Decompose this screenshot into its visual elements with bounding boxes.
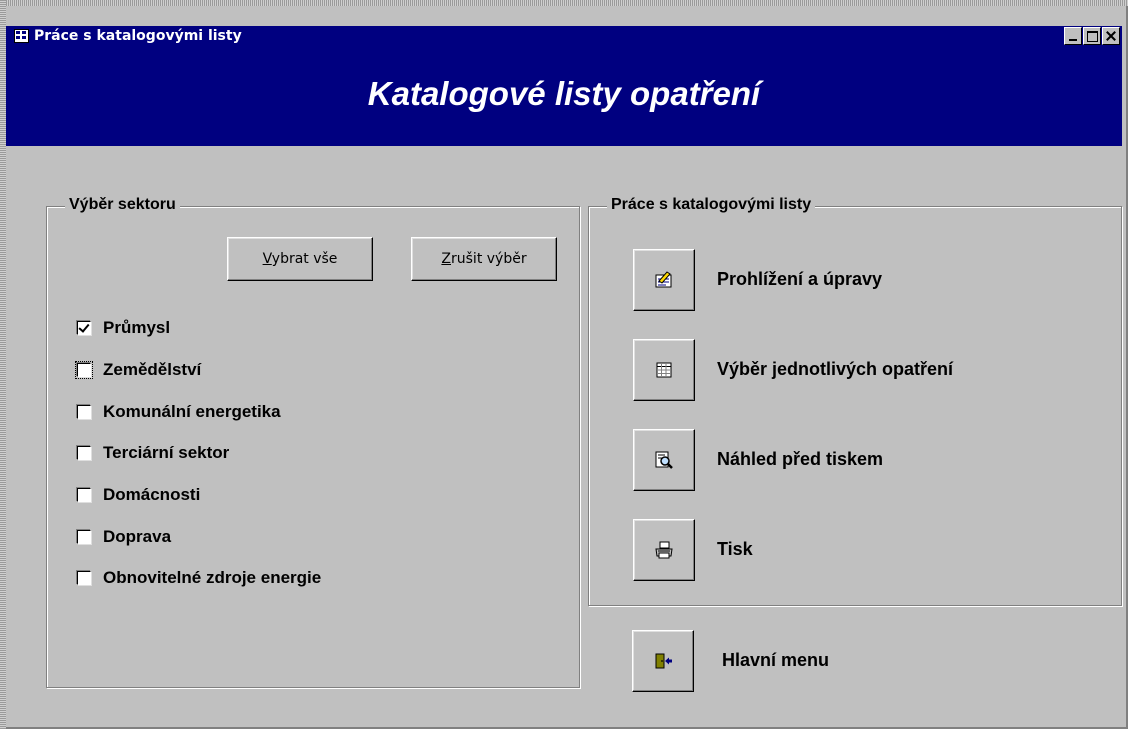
clear-selection-label: rušit výběr — [451, 251, 527, 267]
sector-checkbox[interactable] — [77, 530, 91, 544]
clear-selection-button[interactable]: Zrušit výběr — [411, 237, 557, 281]
form-header: Katalogové listy opatření — [6, 46, 1122, 146]
sector-selection-group: Výběr sektoru Vybrat vše Zrušit výběr Pr… — [46, 196, 580, 688]
print-preview-label: Náhled před tiskem — [717, 449, 884, 469]
window-frame-top — [0, 0, 1128, 6]
printer-icon — [655, 541, 673, 559]
sector-checkbox[interactable] — [77, 488, 91, 502]
edit-form-icon — [655, 271, 672, 288]
action-row-select-measures: Výběr jednotlivých opatření — [589, 339, 1119, 409]
action-row-browse-edit: Prohlížení a úpravy — [589, 249, 1119, 319]
datasheet-icon — [656, 362, 672, 378]
minimize-button[interactable] — [1064, 27, 1082, 45]
catalog-actions-group: Práce s katalogovými listy Prohlížení a … — [588, 196, 1122, 606]
sector-checkbox[interactable] — [75, 361, 93, 379]
window-title: Práce s katalogovými listy — [34, 28, 242, 44]
sector-checkbox[interactable] — [77, 571, 91, 585]
sector-checkbox-label: Obnovitelné zdroje energie — [103, 568, 322, 587]
print-button[interactable] — [633, 519, 695, 581]
print-preview-button[interactable] — [633, 429, 695, 491]
print-label: Tisk — [717, 539, 753, 559]
main-menu-label: Hlavní menu — [722, 650, 830, 670]
title-bar[interactable]: Práce s katalogovými listy — [6, 26, 1122, 46]
main-menu-row: Hlavní menu — [632, 630, 1032, 700]
browse-edit-label: Prohlížení a úpravy — [717, 269, 883, 289]
select-all-accel: V — [262, 251, 272, 267]
action-row-print-preview: Náhled před tiskem — [589, 429, 1119, 499]
print-preview-icon — [655, 451, 673, 469]
form-heading: Katalogové listy opatření — [367, 75, 761, 112]
select-all-label: ybrat vše — [271, 251, 338, 267]
sector-checkbox-label: Zemědělství — [103, 360, 202, 379]
select-all-button[interactable]: Vybrat vše — [227, 237, 373, 281]
form-icon — [14, 29, 29, 43]
select-measures-label: Výběr jednotlivých opatření — [717, 359, 954, 379]
clear-selection-accel: Z — [441, 251, 451, 267]
browse-edit-button[interactable] — [633, 249, 695, 311]
maximize-button[interactable] — [1083, 27, 1101, 45]
sector-checkbox-label: Komunální energetika — [103, 402, 281, 421]
sector-checkbox-label: Doprava — [103, 527, 172, 546]
sector-checkbox[interactable] — [77, 405, 91, 419]
main-menu-button[interactable] — [632, 630, 694, 692]
exit-door-icon — [655, 653, 672, 669]
select-measures-button[interactable] — [633, 339, 695, 401]
sector-checkbox-label: Průmysl — [103, 318, 171, 337]
sector-checkbox-label: Domácnosti — [103, 485, 201, 504]
sector-checkbox-label: Terciární sektor — [103, 443, 230, 462]
action-row-print: Tisk — [589, 519, 1119, 589]
sector-group-label: Výběr sektoru — [65, 196, 180, 214]
sector-checkbox[interactable] — [77, 321, 91, 335]
catalog-group-label: Práce s katalogovými listy — [607, 196, 816, 214]
close-button[interactable] — [1102, 27, 1120, 45]
access-form-window: Práce s katalogovými listy Katalogové li… — [0, 0, 1128, 729]
sector-checkbox[interactable] — [77, 446, 91, 460]
